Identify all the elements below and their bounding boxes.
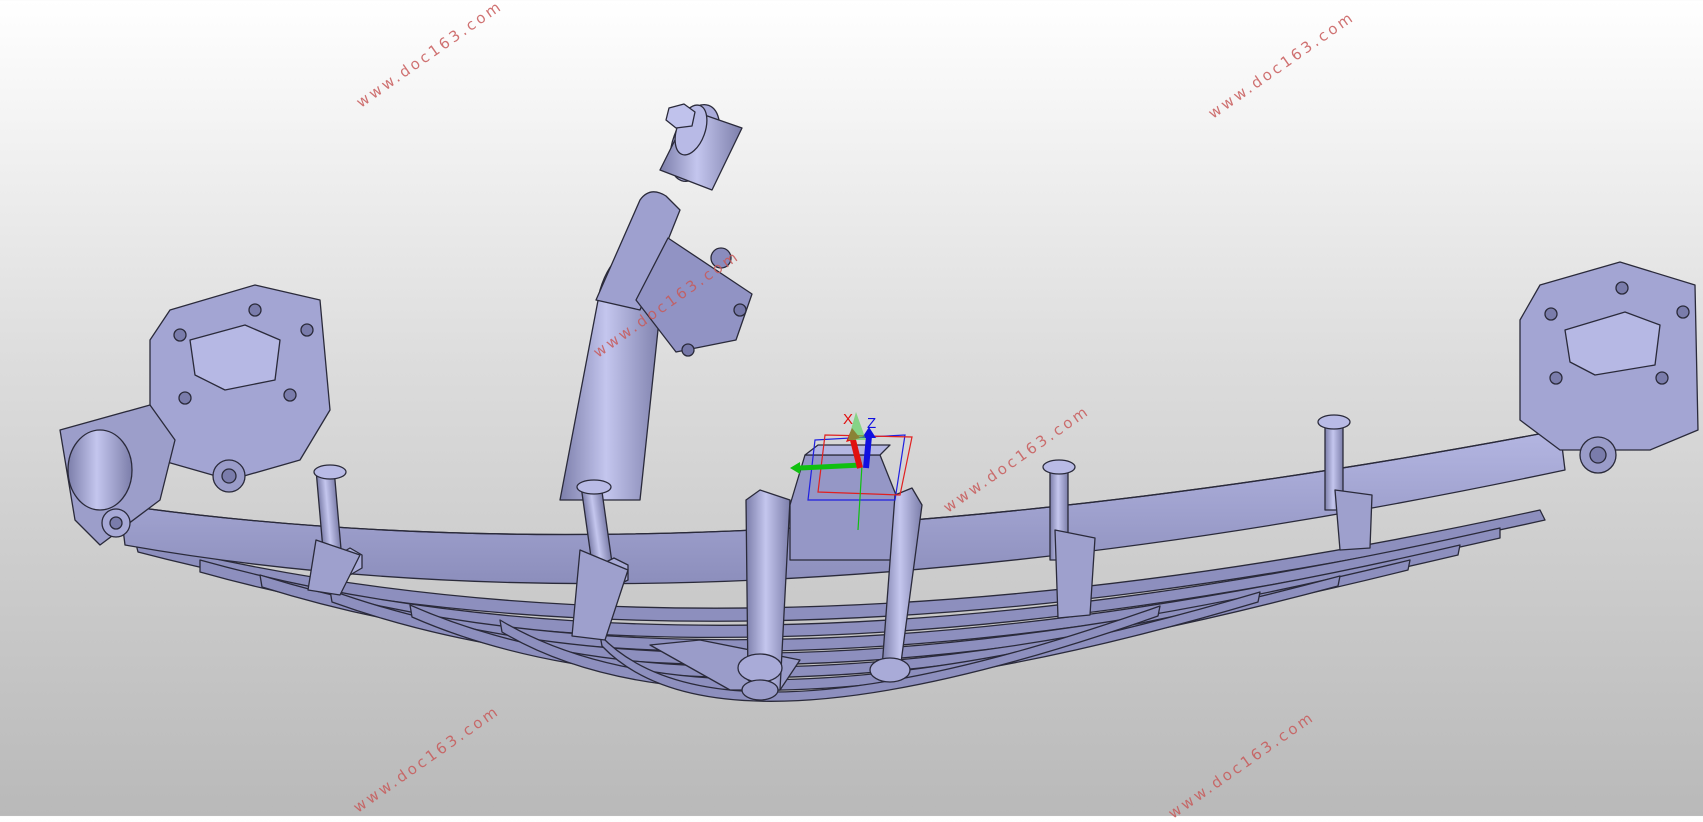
triad-x-label: X <box>843 411 853 428</box>
triad-z-label: Z <box>867 415 876 432</box>
cad-3d-viewport[interactable]: X Z <box>0 0 1703 816</box>
left-hanger-bracket[interactable] <box>149 284 331 493</box>
leaf-spring-assembly-model[interactable]: X Z <box>0 0 1703 816</box>
